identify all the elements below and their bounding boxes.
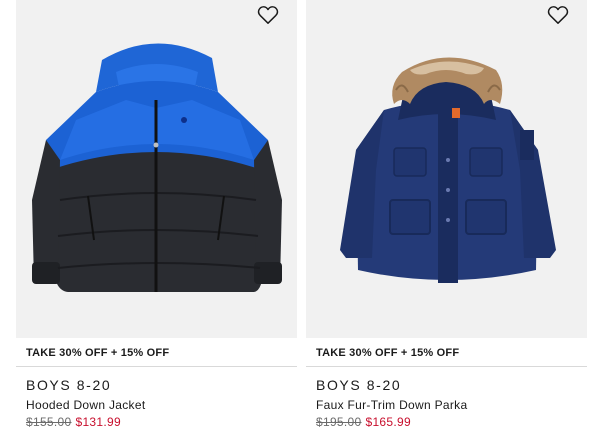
product-image-hooded-down-jacket[interactable] xyxy=(16,0,297,338)
heart-icon[interactable] xyxy=(547,5,569,25)
original-price: $195.00 xyxy=(316,415,362,429)
product-category: BOYS 8-20 xyxy=(316,377,402,393)
product-category: BOYS 8-20 xyxy=(26,377,112,393)
divider xyxy=(16,366,297,367)
heart-icon[interactable] xyxy=(257,5,279,25)
promo-label: TAKE 30% OFF + 15% OFF xyxy=(316,347,460,359)
product-name-link[interactable]: Faux Fur-Trim Down Parka xyxy=(316,398,467,412)
promo-label: TAKE 30% OFF + 15% OFF xyxy=(26,347,170,359)
faux-fur-parka-illustration xyxy=(340,57,556,283)
product-name-link[interactable]: Hooded Down Jacket xyxy=(26,398,145,412)
sale-price: $165.99 xyxy=(365,415,411,429)
product-card-faux-fur-parka[interactable]: TAKE 30% OFF + 15% OFF BOYS 8-20 Faux Fu… xyxy=(306,0,587,433)
divider xyxy=(306,366,587,367)
hooded-down-jacket-illustration xyxy=(32,43,282,292)
product-card-hooded-down-jacket[interactable]: TAKE 30% OFF + 15% OFF BOYS 8-20 Hooded … xyxy=(16,0,297,433)
price-row: $195.00 $165.99 xyxy=(316,415,411,429)
original-price: $155.00 xyxy=(26,415,72,429)
product-grid: TAKE 30% OFF + 15% OFF BOYS 8-20 Hooded … xyxy=(0,0,594,433)
price-row: $155.00 $131.99 xyxy=(26,415,121,429)
sale-price: $131.99 xyxy=(75,415,121,429)
product-image-faux-fur-parka[interactable] xyxy=(306,0,587,338)
